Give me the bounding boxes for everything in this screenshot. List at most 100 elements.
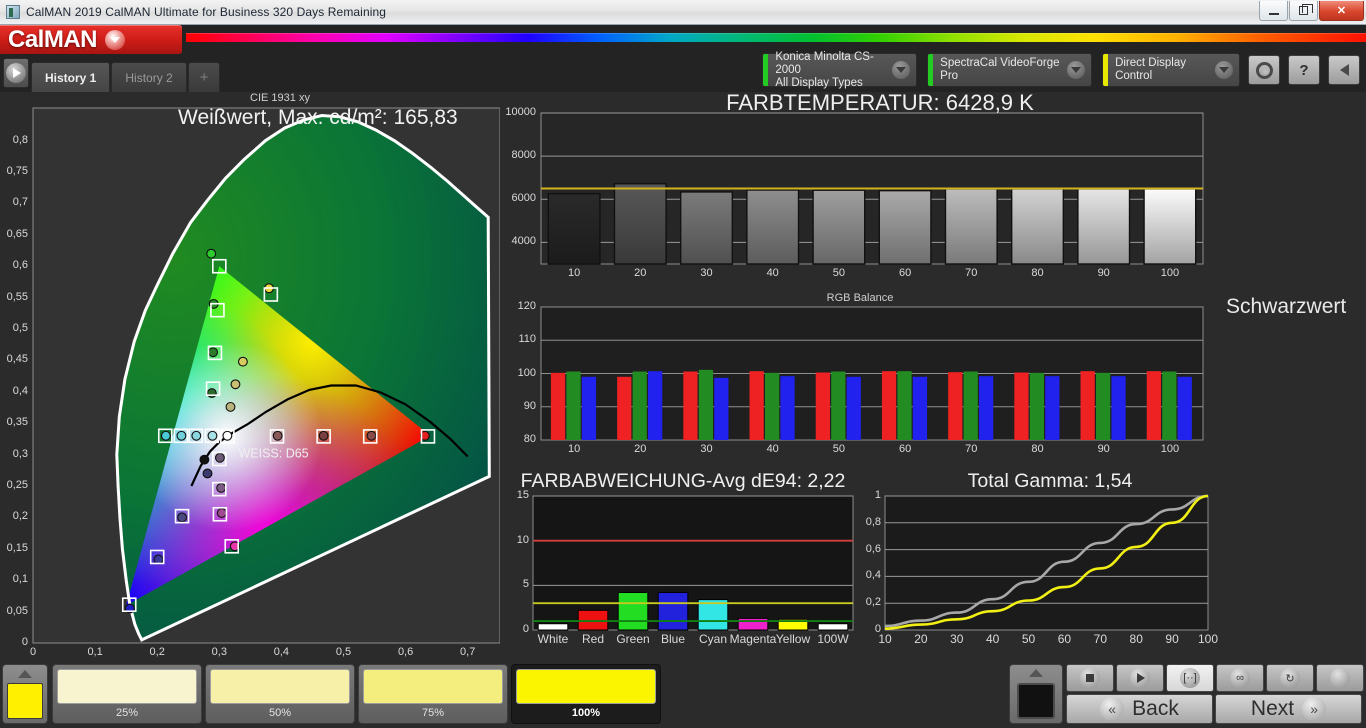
rgb-bar-red (1146, 371, 1161, 440)
patch-label: 50% (268, 707, 292, 719)
patch-swatch-50pct[interactable]: 50% (205, 664, 355, 724)
loop-button[interactable]: ∞ (1216, 664, 1264, 692)
next-button[interactable]: Next » (1215, 694, 1362, 724)
rgb-bar-red (1014, 372, 1029, 440)
device-dropdown-1[interactable]: Konica Minolta CS-2000 All Display Types (762, 51, 917, 89)
ct-x-tick: 30 (700, 267, 713, 279)
session-play-button[interactable] (3, 58, 29, 88)
delta-e-title: FARBABWEICHUNG-Avg dE94: 2,22 (520, 470, 846, 492)
de-bar (617, 591, 649, 631)
gamma-x-tick: 40 (985, 632, 1000, 646)
black-patch-toggle[interactable] (1009, 664, 1063, 724)
blank-button[interactable] (1316, 664, 1364, 692)
cie-x-tick: 0,6 (397, 646, 414, 658)
measure-button[interactable]: [··] (1166, 664, 1214, 692)
preview-patch (7, 683, 43, 719)
cie-x-tick: 0,4 (273, 646, 290, 658)
ct-y-tick: 4000 (511, 235, 536, 248)
color-deviation-chart[interactable]: 0 5 10 15 White Red Green Blue Cyan Magenta Yellow… (505, 470, 860, 660)
rgb-x-tick: 30 (700, 443, 713, 455)
ct-x-tick: 80 (1031, 267, 1044, 279)
cie-y-tick: 0,3 (12, 447, 28, 460)
cie-x-tick: 0,1 (87, 646, 103, 658)
gamma-x-tick: 20 (914, 632, 928, 646)
chevron-up-icon (18, 670, 32, 678)
ct-y-tick: 6000 (511, 192, 536, 205)
chevron-down-icon[interactable] (1067, 61, 1085, 79)
color-temperature-chart[interactable]: 4000 6000 8000 10000 10 20 30 40 50 60 70 80 90 100 FA… (500, 90, 1220, 290)
maximize-button[interactable] (1289, 1, 1318, 21)
main-content: WEISS: D65 0 0,05 0,1 0,15 0,2 0,25 0,3 0,35 0,4 0… (0, 90, 1366, 660)
ct-y-tick: 8000 (511, 149, 536, 162)
rgb-x-tick: 60 (898, 443, 912, 455)
ct-bar (547, 192, 601, 265)
patch-preview-toggle[interactable] (2, 664, 48, 724)
history-tab-1[interactable]: History 1 (31, 62, 111, 92)
close-button[interactable]: ✕ (1319, 1, 1364, 21)
cie-y-tick: 0,75 (6, 165, 28, 178)
cie-y-tick: 0,25 (6, 479, 28, 492)
patch-swatch-100pct[interactable]: 100% (511, 664, 661, 724)
refresh-button[interactable]: ↻ (1266, 664, 1314, 692)
patch-swatch-75pct[interactable]: 75% (358, 664, 508, 724)
rgb-y-tick: 110 (518, 333, 536, 346)
gamma-y-tick: 1 (874, 489, 881, 501)
ct-x-tick: 20 (634, 267, 647, 279)
collapse-panel-button[interactable] (1328, 55, 1360, 85)
stop-button[interactable] (1066, 664, 1114, 692)
calman-menu-button[interactable]: CalMAN (0, 25, 182, 54)
cie-x-tick: 0,5 (335, 646, 352, 658)
rgb-bar-blue (1111, 376, 1126, 440)
cie-y-tick: 0,1 (12, 573, 28, 586)
help-button[interactable]: ? (1288, 55, 1320, 85)
history-tab-2[interactable]: History 2 (111, 62, 187, 92)
rgb-bar-green (1162, 371, 1177, 440)
cie-y-tick: 0,55 (6, 290, 28, 303)
cie-panel-title: CIE 1931 xy (250, 92, 310, 104)
play-button[interactable] (1116, 664, 1164, 692)
rgb-bar-blue (1177, 376, 1192, 440)
minimize-button[interactable] (1259, 1, 1288, 21)
rgb-bar-green (897, 371, 912, 440)
cie-measured-point (206, 388, 217, 399)
device-dropdown-2[interactable]: SpectraCal VideoForge Pro (927, 53, 1092, 87)
rgb-balance-chart[interactable]: 80 90 100 110 120 10 20 30 40 50 60 70 80 90 100 RGB Ba… (500, 292, 1220, 470)
chevron-left-icon (1339, 64, 1349, 76)
cie-measured-point (191, 430, 202, 441)
de-y-tick: 5 (522, 578, 529, 591)
blank-icon (1330, 668, 1350, 688)
de-bar (817, 623, 849, 631)
add-history-tab[interactable]: + (187, 62, 221, 92)
de-x-tick: 100W (817, 632, 849, 646)
next-label: Next (1250, 697, 1295, 720)
gamma-plot-frame (884, 495, 1209, 631)
navigation-controls: [··] ∞ ↻ « Back Next » (1009, 660, 1366, 728)
dropdown-label: SpectraCal VideoForge Pro (940, 57, 1061, 83)
ct-bar (613, 183, 667, 265)
rgb-bar-red (749, 371, 764, 440)
chevron-down-icon[interactable] (892, 61, 910, 79)
ct-bar (679, 191, 734, 265)
cie-measured-point (230, 379, 241, 390)
patch-swatch-25pct[interactable]: 25% (52, 664, 202, 724)
caret-down-icon[interactable] (105, 29, 126, 50)
ct-x-tick: 60 (898, 267, 912, 279)
rgb-bar-green (831, 371, 846, 440)
chevron-down-icon[interactable] (1215, 61, 1233, 79)
dropdown-label-primary: SpectraCal VideoForge Pro (940, 57, 1060, 82)
play-icon (6, 63, 26, 83)
device-dropdown-3[interactable]: Direct Display Control (1102, 53, 1240, 87)
gamma-x-tick: 80 (1129, 632, 1143, 646)
cie-measured-point (214, 452, 225, 463)
dropdown-status-stripe (1103, 54, 1109, 86)
settings-button[interactable] (1248, 55, 1280, 85)
rgb-x-tick: 10 (567, 443, 581, 455)
cie-overlay-title: Weißwert, Max. cd/m²: 165,83 (178, 106, 458, 129)
rgb-bar-red (617, 376, 632, 440)
rgb-bar-blue (1045, 376, 1060, 440)
rgb-bar-red (1080, 371, 1095, 440)
back-button[interactable]: « Back (1066, 694, 1213, 724)
total-gamma-chart[interactable]: 0 0,2 0,4 0,6 0,8 1 10 20 30 40 50 60 70 80 90 100 Total… (860, 470, 1220, 660)
cie-1931-chart[interactable]: WEISS: D65 0 0,05 0,1 0,15 0,2 0,25 0,3 0,35 0,4 0… (0, 92, 500, 660)
rgb-bar-green (963, 371, 978, 440)
